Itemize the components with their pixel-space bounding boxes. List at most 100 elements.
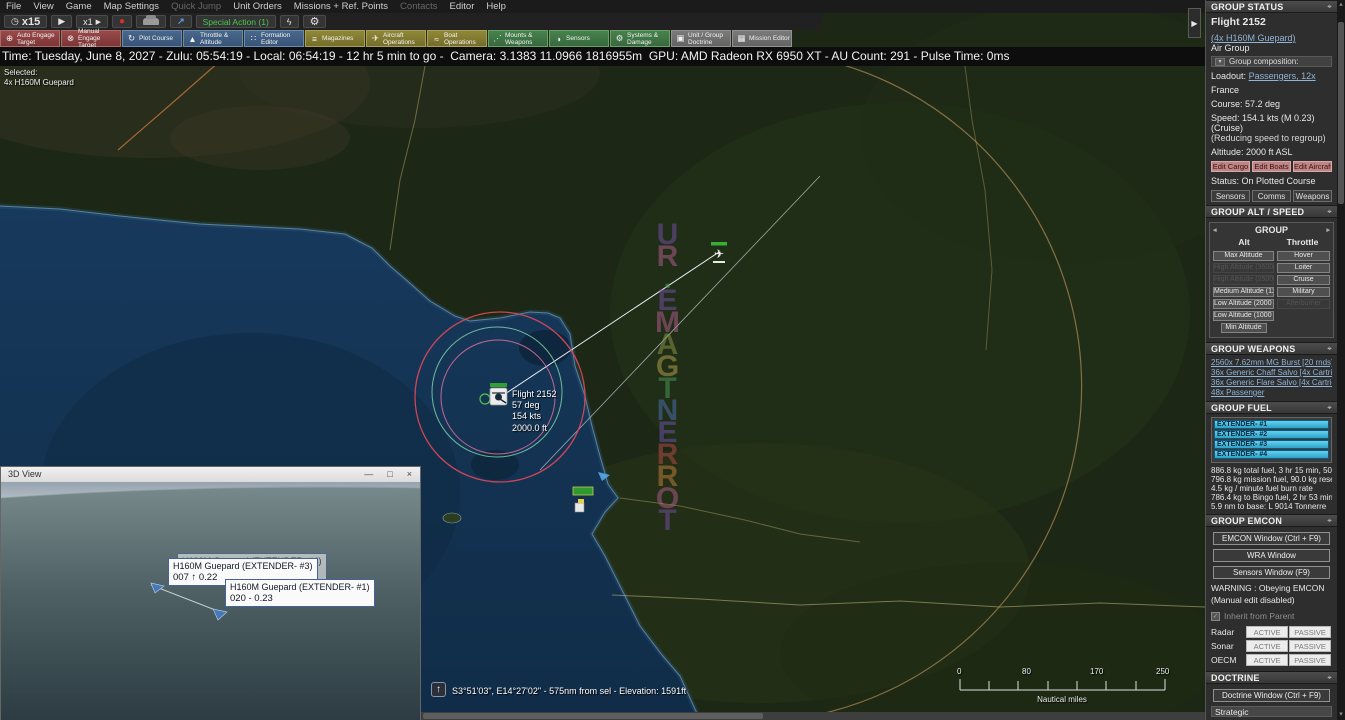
systems-damage-button[interactable]: ⚙Systems & Damage <box>610 30 670 47</box>
sidebar-scrollbar[interactable]: ▴ ▾ <box>1337 0 1345 720</box>
plot-course-button[interactable]: ↻Plot Course <box>122 30 182 47</box>
oecm-active-button[interactable]: ACTIVE <box>1246 654 1288 666</box>
sidebar-collapse-button[interactable]: ▶ <box>1188 8 1201 38</box>
group-composition-toggle[interactable]: ▾ Group composition: <box>1211 56 1332 67</box>
min-altitude-button[interactable]: Min Altitude <box>1221 323 1267 333</box>
close-icon[interactable]: × <box>407 467 412 482</box>
radar-passive-button[interactable]: PASSIVE <box>1289 626 1331 638</box>
special-action-button[interactable]: Special Action (1) <box>196 15 276 28</box>
menu-editor[interactable]: Editor <box>450 1 475 12</box>
cruise-throttle-button[interactable]: Cruise <box>1277 275 1330 285</box>
military-throttle-button[interactable]: Military <box>1277 287 1330 297</box>
pin-icon[interactable]: ⌖ <box>1327 672 1332 683</box>
comms-tab-button[interactable]: Comms <box>1252 190 1291 202</box>
menu-missions-ref-points[interactable]: Missions + Ref. Points <box>294 1 388 12</box>
throttle-altitude-icon: ▲ <box>187 34 198 44</box>
auto-engage-target-button[interactable]: ⊕Auto Engage Target <box>0 30 60 47</box>
low-altitude-1000-button[interactable]: Low Altitude (1000 ft) <box>1213 311 1274 321</box>
wra-window-button[interactable]: WRA Window <box>1213 549 1329 562</box>
fuel-unit-row[interactable]: EXTENDER- #1 <box>1214 420 1329 429</box>
doctrine-header[interactable]: DOCTRINE ⌖ <box>1206 671 1337 684</box>
fuel-unit-row[interactable]: EXTENDER- #2 <box>1214 430 1329 439</box>
weapons-tab-button[interactable]: Weapons <box>1293 190 1332 202</box>
menu-unit-orders[interactable]: Unit Orders <box>233 1 282 12</box>
group-status-header[interactable]: GROUP STATUS ⌖ <box>1206 0 1337 13</box>
lightning-button[interactable]: ϟ <box>280 15 299 28</box>
pin-icon[interactable]: ⌖ <box>1327 343 1332 354</box>
max-altitude-button[interactable]: Max Altitude <box>1213 251 1274 261</box>
fuel-unit-row[interactable]: EXTENDER- #3 <box>1214 440 1329 449</box>
medium-altitude-button[interactable]: Medium Altitude (12000 ft) <box>1213 287 1274 297</box>
aircraft-operations-icon: ✈ <box>370 33 381 44</box>
scroll-up-icon[interactable]: ▴ <box>1337 0 1345 10</box>
unit-group-doctrine-button[interactable]: ▣Unit / Group Doctrine <box>671 30 731 47</box>
menu-game[interactable]: Game <box>66 1 92 12</box>
group-emcon-header[interactable]: GROUP EMCON ⌖ <box>1206 514 1337 527</box>
map-horizontal-scrollbar[interactable] <box>421 712 1205 720</box>
step-button[interactable]: x1 ▶ <box>76 15 108 28</box>
magazines-button[interactable]: ≡Magazines <box>305 30 365 47</box>
weapon-link[interactable]: 2560x 7.62mm MG Burst [20 rnds] <box>1211 358 1332 368</box>
weapon-link[interactable]: 48x Passenger <box>1211 388 1332 398</box>
auto-engage-icon: ⊕ <box>4 33 15 44</box>
oecm-passive-button[interactable]: PASSIVE <box>1289 654 1331 666</box>
group-fuel-header[interactable]: GROUP FUEL ⌖ <box>1206 401 1337 414</box>
menu-help[interactable]: Help <box>486 1 506 12</box>
hover-throttle-button[interactable]: Hover <box>1277 251 1330 261</box>
emcon-window-button[interactable]: EMCON Window (Ctrl + F9) <box>1213 532 1329 545</box>
loadout-link[interactable]: Passengers, 12x <box>1249 71 1316 81</box>
record-button[interactable]: ● <box>112 15 132 28</box>
scrollbar-thumb[interactable] <box>1338 22 1344 204</box>
jump-button[interactable]: ↗ <box>170 15 192 28</box>
sensors-button[interactable]: ◑Sensors <box>549 30 609 47</box>
inherit-checkbox[interactable]: ✓ <box>1211 612 1220 621</box>
low-altitude-2000-button[interactable]: Low Altitude (2000 ft) <box>1213 299 1274 309</box>
scale-tick-1: 80 <box>1022 667 1031 676</box>
group-alt-speed-header[interactable]: GROUP ALT / SPEED ⌖ <box>1206 205 1337 218</box>
group-composition-link[interactable]: (4x H160M Guepard) <box>1211 33 1296 43</box>
group-alt-speed-body: ◂ GROUP ▸ Alt Throttle Max Altitude High… <box>1206 218 1337 342</box>
formation-editor-button[interactable]: ∷Formation Editor <box>244 30 304 47</box>
time-compression-button[interactable]: ◷ x15 <box>4 15 47 28</box>
fuel-unit-row[interactable]: EXTENDER- #4 <box>1214 450 1329 459</box>
pin-icon[interactable]: ⌖ <box>1327 1 1332 12</box>
sonar-active-button[interactable]: ACTIVE <box>1246 640 1288 652</box>
north-up-icon[interactable]: ↑ <box>431 682 446 697</box>
loiter-throttle-button[interactable]: Loiter <box>1277 263 1330 273</box>
mounts-weapons-button[interactable]: ⋰Mounts & Weapons <box>488 30 548 47</box>
edit-cargo-button[interactable]: Edit Cargo <box>1211 161 1250 172</box>
3d-view-canvas[interactable]: H160M Guepard (EXTENDER- #4) 027 ↑ 0.22 … <box>1 482 420 720</box>
throttle-altitude-button[interactable]: ▲Throttle & Altitude <box>183 30 243 47</box>
chevron-right-icon[interactable]: ▸ <box>1326 226 1330 234</box>
manual-engage-target-button[interactable]: ⊗Manual Engage Target <box>61 30 121 47</box>
run-button[interactable]: ▶ <box>51 15 72 28</box>
aircraft-operations-button[interactable]: ✈Aircraft Operations <box>366 30 426 47</box>
pin-icon[interactable]: ⌖ <box>1327 402 1332 413</box>
3d-view-titlebar[interactable]: 3D View — □ × <box>1 467 420 482</box>
radar-active-button[interactable]: ACTIVE <box>1246 626 1288 638</box>
plot-course-icon: ↻ <box>126 33 137 44</box>
menu-file[interactable]: File <box>6 1 21 12</box>
weapon-link[interactable]: 36x Generic Chaff Salvo [4x Cartridges] <box>1211 368 1332 378</box>
mission-editor-button[interactable]: ▦Mission Editor <box>732 30 792 47</box>
pin-icon[interactable]: ⌖ <box>1327 515 1332 526</box>
doctrine-window-button[interactable]: Doctrine Window (Ctrl + F9) <box>1213 689 1329 702</box>
boat-operations-button[interactable]: ≈Boat Operations <box>427 30 487 47</box>
sonar-passive-button[interactable]: PASSIVE <box>1289 640 1331 652</box>
settings-button[interactable]: ⚙ <box>303 15 327 28</box>
weapon-link[interactable]: 36x Generic Flare Salvo [4x Cartridges, … <box>1211 378 1332 388</box>
sensors-window-button[interactable]: Sensors Window (F9) <box>1213 566 1329 579</box>
minimize-icon[interactable]: — <box>364 467 373 482</box>
sensors-tab-button[interactable]: Sensors <box>1211 190 1250 202</box>
scrollbar-thumb[interactable] <box>423 713 763 719</box>
menu-view[interactable]: View <box>33 1 53 12</box>
scroll-down-icon[interactable]: ▾ <box>1337 710 1345 720</box>
3d-view-window[interactable]: 3D View — □ × H160M Guepa <box>0 466 421 720</box>
group-weapons-header[interactable]: GROUP WEAPONS ⌖ <box>1206 342 1337 355</box>
pin-icon[interactable]: ⌖ <box>1327 206 1332 217</box>
edit-aircraft-button[interactable]: Edit Aircraft <box>1293 161 1332 172</box>
vehicle-button[interactable] <box>136 15 166 28</box>
edit-boats-button[interactable]: Edit Boats <box>1252 161 1291 172</box>
maximize-icon[interactable]: □ <box>387 467 392 482</box>
menu-map-settings[interactable]: Map Settings <box>104 1 159 12</box>
